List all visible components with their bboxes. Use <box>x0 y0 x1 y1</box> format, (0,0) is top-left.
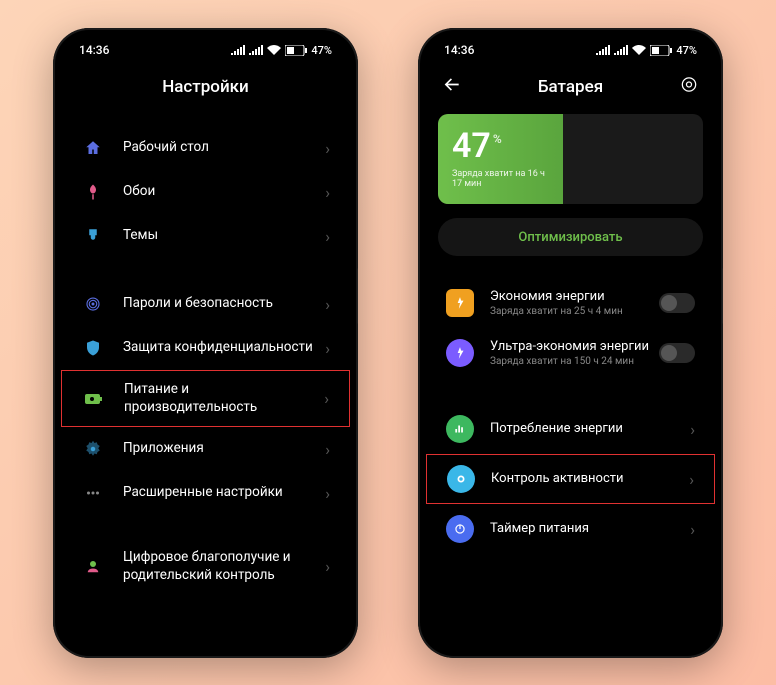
status-bar: 14:36 47% <box>426 36 715 64</box>
ultra-saver-toggle[interactable] <box>659 343 695 363</box>
chevron-right-icon: › <box>325 484 330 503</box>
power-icon <box>446 515 474 543</box>
row-battery-performance[interactable]: Питание и производительность › <box>61 370 350 427</box>
status-right: 47% <box>596 44 697 57</box>
mode-sub: Заряда хватит на 25 ч 4 мин <box>490 306 659 317</box>
heart-icon <box>81 555 105 579</box>
battery-content[interactable]: 47% Заряда хватит на 16 ч 17 мин Оптимиз… <box>426 114 715 650</box>
chevron-right-icon: › <box>325 139 330 158</box>
energy-saver-icon <box>446 289 474 317</box>
row-apps[interactable]: Приложения › <box>61 427 350 471</box>
battery-icon <box>285 45 307 56</box>
gear-icon <box>81 437 105 461</box>
page-title: Батарея <box>538 77 603 97</box>
screen-settings: 14:36 47% Настройки Рабочий стол › <box>61 36 350 650</box>
chevron-right-icon: › <box>325 557 330 576</box>
wifi-icon <box>267 45 281 55</box>
battery-icon <box>650 45 672 56</box>
signal-icon <box>231 45 245 55</box>
row-ultra-saver[interactable]: Ультра-экономия энергии Заряда хватит на… <box>426 328 715 378</box>
nav-title: Контроль активности <box>491 471 689 487</box>
row-label: Цифровое благополучие и родительский кон… <box>123 549 317 584</box>
battery-pct-status: 47% <box>311 44 332 57</box>
phone-frame-left: 14:36 47% Настройки Рабочий стол › <box>53 28 358 658</box>
status-right: 47% <box>231 44 332 57</box>
row-security[interactable]: Пароли и безопасность › <box>61 282 350 326</box>
power-button <box>357 268 358 324</box>
wifi-icon <box>632 45 646 55</box>
app-bar: Батарея <box>426 64 715 110</box>
nav-title: Таймер питания <box>490 521 690 537</box>
app-bar: Настройки <box>61 64 350 110</box>
row-desktop[interactable]: Рабочий стол › <box>61 126 350 170</box>
clipped-previous-item <box>61 110 350 126</box>
energy-saver-toggle[interactable] <box>659 293 695 313</box>
row-privacy[interactable]: Защита конфиденциальности › <box>61 326 350 370</box>
row-label: Приложения <box>123 440 317 458</box>
chevron-right-icon: › <box>690 420 695 439</box>
chevron-right-icon: › <box>325 183 330 202</box>
chevron-right-icon: › <box>325 339 330 358</box>
row-wallpaper[interactable]: Обои › <box>61 170 350 214</box>
chevron-right-icon: › <box>325 295 330 314</box>
activity-icon <box>447 465 475 493</box>
home-icon <box>81 136 105 160</box>
row-label: Защита конфиденциальности <box>123 339 317 357</box>
signal-icon-2 <box>614 45 628 55</box>
dots-icon <box>81 481 105 505</box>
shield-icon <box>81 336 105 360</box>
chevron-right-icon: › <box>324 389 329 408</box>
settings-button[interactable] <box>679 75 699 100</box>
power-button <box>722 268 723 324</box>
row-energy-saver[interactable]: Экономия энергии Заряда хватит на 25 ч 4… <box>426 278 715 328</box>
battery-icon <box>82 387 106 411</box>
brush-icon <box>81 224 105 248</box>
nav-title: Потребление энергии <box>490 421 690 437</box>
row-wellbeing[interactable]: Цифровое благополучие и родительский кон… <box>61 539 350 594</box>
row-label: Обои <box>123 183 317 201</box>
chart-icon <box>446 415 474 443</box>
row-label: Пароли и безопасность <box>123 295 317 313</box>
battery-percentage: 47% <box>452 129 549 163</box>
battery-card: 47% Заряда хватит на 16 ч 17 мин <box>438 114 703 204</box>
mode-sub: Заряда хватит на 150 ч 24 мин <box>490 356 659 367</box>
mode-title: Экономия энергии <box>490 289 659 305</box>
screen-battery: 14:36 47% Батарея 47% <box>426 36 715 650</box>
row-power-timer[interactable]: Таймер питания › <box>426 504 715 554</box>
row-label: Темы <box>123 227 317 245</box>
chevron-right-icon: › <box>325 227 330 246</box>
back-button[interactable] <box>442 75 462 100</box>
tulip-icon <box>81 180 105 204</box>
row-themes[interactable]: Темы › <box>61 214 350 258</box>
battery-pct-status: 47% <box>676 44 697 57</box>
row-label: Рабочий стол <box>123 139 317 157</box>
phone-frame-right: 14:36 47% Батарея 47% <box>418 28 723 658</box>
mode-title: Ультра-экономия энергии <box>490 339 659 355</box>
status-time: 14:36 <box>79 43 109 57</box>
fingerprint-icon <box>81 292 105 316</box>
chevron-right-icon: › <box>690 520 695 539</box>
ultra-saver-icon <box>446 339 474 367</box>
row-label: Расширенные настройки <box>123 484 317 502</box>
chevron-right-icon: › <box>689 470 694 489</box>
optimize-label: Оптимизировать <box>518 230 622 245</box>
battery-fill: 47% Заряда хватит на 16 ч 17 мин <box>438 114 563 204</box>
page-title: Настройки <box>162 77 249 97</box>
chevron-right-icon: › <box>325 440 330 459</box>
signal-icon-2 <box>249 45 263 55</box>
row-advanced[interactable]: Расширенные настройки › <box>61 471 350 515</box>
status-time: 14:36 <box>444 43 474 57</box>
settings-list[interactable]: Рабочий стол › Обои › Темы › Пароли и бе… <box>61 110 350 650</box>
battery-estimate: Заряда хватит на 16 ч 17 мин <box>452 169 549 189</box>
status-bar: 14:36 47% <box>61 36 350 64</box>
optimize-button[interactable]: Оптимизировать <box>438 218 703 256</box>
row-activity-control[interactable]: Контроль активности › <box>426 454 715 504</box>
row-consumption[interactable]: Потребление энергии › <box>426 404 715 454</box>
row-label: Питание и производительность <box>124 381 316 416</box>
signal-icon <box>596 45 610 55</box>
